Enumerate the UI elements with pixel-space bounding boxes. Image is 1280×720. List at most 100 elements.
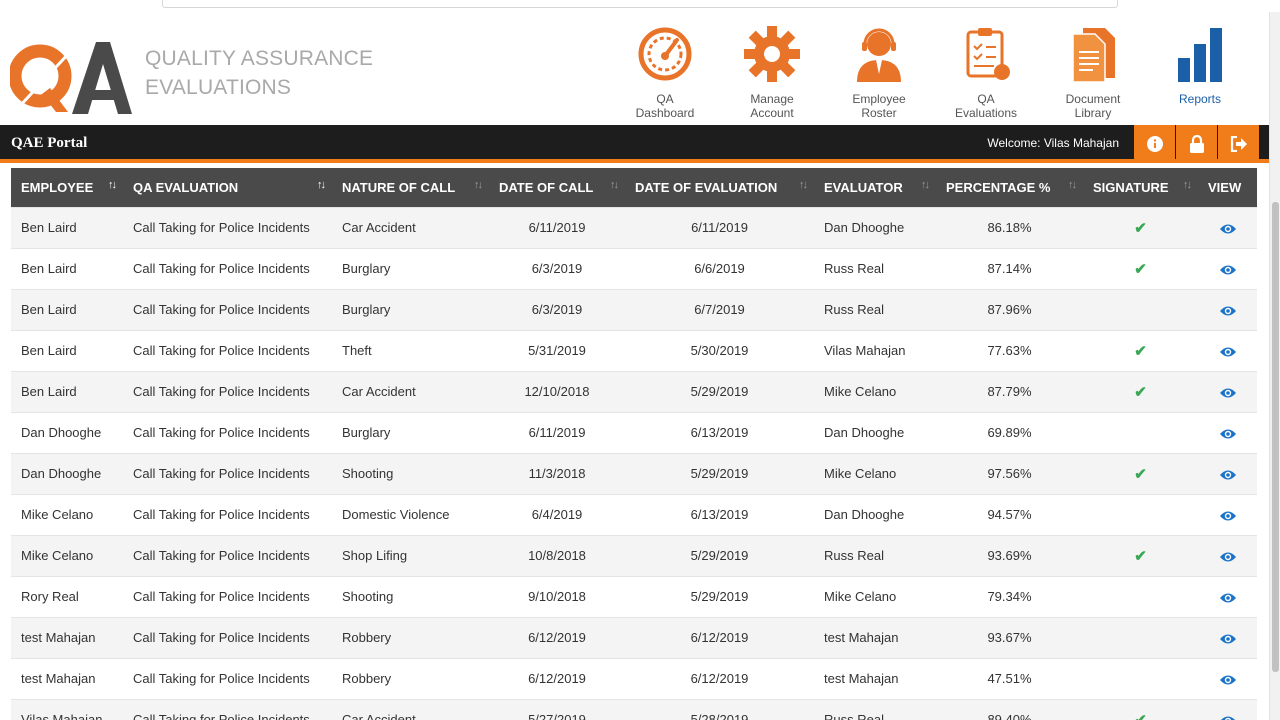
nav-qa-dashboard[interactable]: QA Dashboard xyxy=(615,24,715,120)
percentage-cell: 87.79% xyxy=(936,370,1083,412)
nav-label: Evaluations xyxy=(954,106,1018,120)
signature-cell xyxy=(1083,616,1198,658)
qa-evaluation-cell: Call Taking for Police Incidents xyxy=(123,698,332,720)
eye-icon[interactable] xyxy=(1219,674,1237,686)
nav-label: QA xyxy=(977,92,995,106)
employee-cell: Dan Dhooghe xyxy=(11,452,123,494)
nature-of-call-cell: Burglary xyxy=(332,288,489,330)
evaluations-table: EMPLOYEE ↑↓ QA EVALUATION ↑↓ NATURE OF CAL… xyxy=(11,168,1257,720)
nav-qa-evaluations[interactable]: QA Evaluations xyxy=(936,24,1036,120)
employee-cell: Mike Celano xyxy=(11,534,123,576)
nav-label: Document xyxy=(1065,92,1121,106)
eye-icon[interactable] xyxy=(1219,305,1237,317)
employee-cell: test Mahajan xyxy=(11,616,123,658)
date-of-call-cell: 6/11/2019 xyxy=(489,411,625,453)
header-label: EVALUATOR xyxy=(824,179,903,195)
date-of-evaluation-cell: 5/30/2019 xyxy=(625,329,814,371)
brand-title: QUALITY ASSURANCE EVALUATIONS xyxy=(145,44,373,102)
table-row[interactable]: Ben Laird Call Taking for Police Incident… xyxy=(11,370,1257,412)
qa-evaluation-cell: Call Taking for Police Incidents xyxy=(123,616,332,658)
eye-icon[interactable] xyxy=(1219,715,1237,720)
signature-cell: ✔ xyxy=(1083,370,1198,412)
address-bar[interactable] xyxy=(162,0,1118,8)
header-label: DATE OF CALL xyxy=(499,179,594,195)
eye-icon[interactable] xyxy=(1219,387,1237,399)
eye-icon[interactable] xyxy=(1219,346,1237,358)
sort-icon: ↑↓ xyxy=(799,179,808,191)
percentage-cell: 89.40% xyxy=(936,698,1083,720)
nature-of-call-cell: Car Accident xyxy=(332,206,489,248)
clipboard-icon xyxy=(966,28,1010,80)
signature-cell: ✔ xyxy=(1083,698,1198,720)
table-row[interactable]: Vilas Mahajan Call Taking for Police Inci… xyxy=(11,698,1257,720)
date-of-call-cell: 6/4/2019 xyxy=(489,493,625,535)
nav-manage-account[interactable]: Manage Account xyxy=(722,24,822,120)
sort-icon: ↑↓ xyxy=(474,179,483,191)
table-row[interactable]: Dan Dhooghe Call Taking for Police Incide… xyxy=(11,411,1257,453)
info-button[interactable] xyxy=(1134,125,1175,163)
date-of-call-cell: 5/31/2019 xyxy=(489,329,625,371)
table-row[interactable]: Mike Celano Call Taking for Police Incide… xyxy=(11,534,1257,576)
table-row[interactable]: Dan Dhooghe Call Taking for Police Incide… xyxy=(11,452,1257,494)
view-cell xyxy=(1198,411,1257,453)
signature-cell xyxy=(1083,493,1198,535)
signature-cell xyxy=(1083,575,1198,617)
header-label: QA EVALUATION xyxy=(133,179,239,195)
logout-button[interactable] xyxy=(1218,125,1259,163)
lock-button[interactable] xyxy=(1176,125,1217,163)
nav-employee-roster[interactable]: Employee Roster xyxy=(829,24,929,120)
eye-icon[interactable] xyxy=(1219,264,1237,276)
eye-icon[interactable] xyxy=(1219,223,1237,235)
col-date-of-evaluation[interactable]: DATE OF EVALUATION ↑↓ xyxy=(625,168,814,207)
table-row[interactable]: Ben Laird Call Taking for Police Incident… xyxy=(11,288,1257,330)
sort-icon: ↑↓ xyxy=(610,179,619,191)
view-cell xyxy=(1198,534,1257,576)
eye-icon[interactable] xyxy=(1219,592,1237,604)
scrollbar-thumb[interactable] xyxy=(1272,202,1279,672)
header-label: EMPLOYEE xyxy=(21,179,94,195)
table-row[interactable]: Mike Celano Call Taking for Police Incide… xyxy=(11,493,1257,535)
evaluator-cell: test Mahajan xyxy=(814,657,936,699)
percentage-cell: 97.56% xyxy=(936,452,1083,494)
portal-bar: QAE Portal Welcome: Vilas Mahajan xyxy=(0,125,1269,163)
eye-icon[interactable] xyxy=(1219,469,1237,481)
sort-icon: ↑↓ xyxy=(1183,179,1192,191)
check-icon: ✔ xyxy=(1134,342,1147,360)
check-icon: ✔ xyxy=(1134,712,1147,720)
app-header: QUALITY ASSURANCE EVALUATIONS QA Dashboa… xyxy=(0,12,1269,125)
eye-icon[interactable] xyxy=(1219,428,1237,440)
date-of-evaluation-cell: 6/12/2019 xyxy=(625,616,814,658)
col-date-of-call[interactable]: DATE OF CALL ↑↓ xyxy=(489,168,625,207)
signature-cell: ✔ xyxy=(1083,206,1198,248)
col-signature[interactable]: SIGNATURE ↑↓ xyxy=(1083,168,1198,207)
page-scrollbar[interactable] xyxy=(1269,12,1280,720)
percentage-cell: 79.34% xyxy=(936,575,1083,617)
sort-icon: ↑↓ xyxy=(1068,179,1077,191)
header-label: DATE OF EVALUATION xyxy=(635,179,778,195)
col-percentage[interactable]: PERCENTAGE % ↑↓ xyxy=(936,168,1083,207)
sort-icon: ↑↓ xyxy=(921,179,930,191)
date-of-evaluation-cell: 6/12/2019 xyxy=(625,657,814,699)
eye-icon[interactable] xyxy=(1219,551,1237,563)
col-qa-evaluation[interactable]: QA EVALUATION ↑↓ xyxy=(123,168,332,207)
table-row[interactable]: Rory Real Call Taking for Police Incident… xyxy=(11,575,1257,617)
nav-reports[interactable]: Reports xyxy=(1150,24,1250,106)
nature-of-call-cell: Robbery xyxy=(332,616,489,658)
employee-cell: Ben Laird xyxy=(11,370,123,412)
col-employee[interactable]: EMPLOYEE ↑↓ xyxy=(11,168,123,207)
col-nature-of-call[interactable]: NATURE OF CALL ↑↓ xyxy=(332,168,489,207)
evaluations-table-container: EMPLOYEE ↑↓ QA EVALUATION ↑↓ NATURE OF CAL… xyxy=(11,168,1257,720)
employee-cell: Mike Celano xyxy=(11,493,123,535)
headset-person-icon xyxy=(857,28,901,82)
table-row[interactable]: Ben Laird Call Taking for Police Incident… xyxy=(11,329,1257,371)
eye-icon[interactable] xyxy=(1219,633,1237,645)
evaluator-cell: Mike Celano xyxy=(814,452,936,494)
table-row[interactable]: Ben Laird Call Taking for Police Incident… xyxy=(11,247,1257,289)
table-row[interactable]: test Mahajan Call Taking for Police Incid… xyxy=(11,616,1257,658)
sort-icon: ↑↓ xyxy=(317,179,326,191)
nav-document-library[interactable]: Document Library xyxy=(1043,24,1143,120)
table-row[interactable]: Ben Laird Call Taking for Police Incident… xyxy=(11,206,1257,248)
col-evaluator[interactable]: EVALUATOR ↑↓ xyxy=(814,168,936,207)
table-row[interactable]: test Mahajan Call Taking for Police Incid… xyxy=(11,657,1257,699)
eye-icon[interactable] xyxy=(1219,510,1237,522)
